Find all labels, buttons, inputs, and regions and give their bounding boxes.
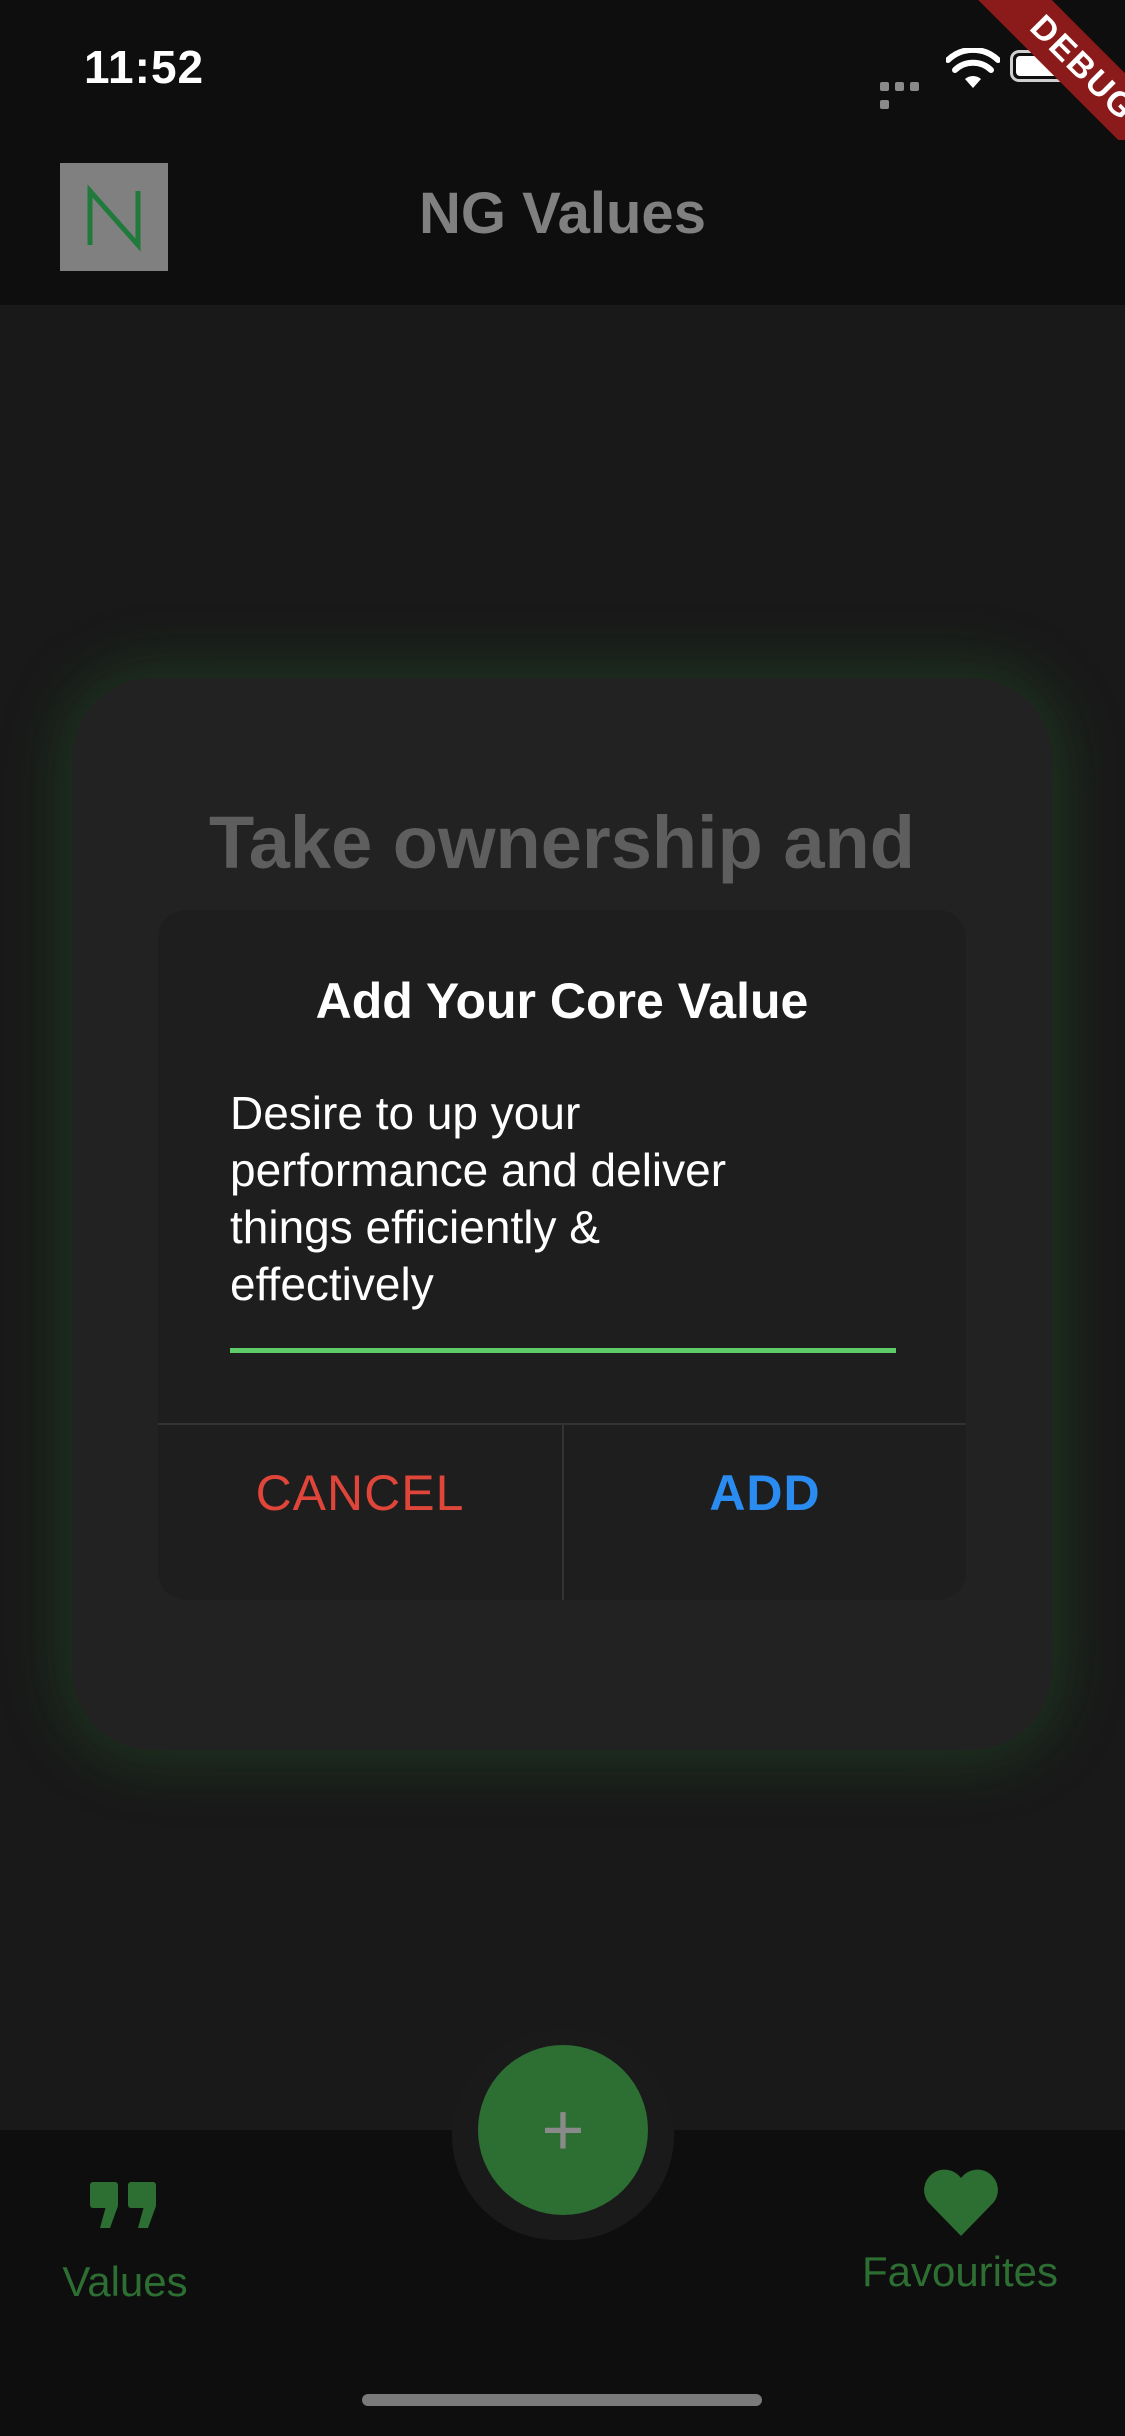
nav-item-values[interactable]: Values (40, 2258, 210, 2306)
page-title: NG Values (419, 181, 706, 246)
heart-icon[interactable] (922, 2168, 1000, 2238)
input-underline (230, 1348, 896, 1353)
dialog-title: Add Your Core Value (315, 973, 809, 1029)
quote-icon[interactable] (88, 2180, 160, 2230)
value-card-text: Take ownership and (209, 801, 915, 884)
core-value-input[interactable]: Desire to up your performance and delive… (230, 1085, 890, 1313)
nav-item-favourites[interactable]: Favourites (840, 2248, 1080, 2296)
cancel-button[interactable]: CANCEL (158, 1425, 562, 1560)
status-time: 11:52 (84, 41, 205, 93)
add-button[interactable]: ADD (564, 1425, 966, 1560)
add-value-fab[interactable]: + (478, 2045, 648, 2215)
home-indicator (362, 2394, 762, 2406)
